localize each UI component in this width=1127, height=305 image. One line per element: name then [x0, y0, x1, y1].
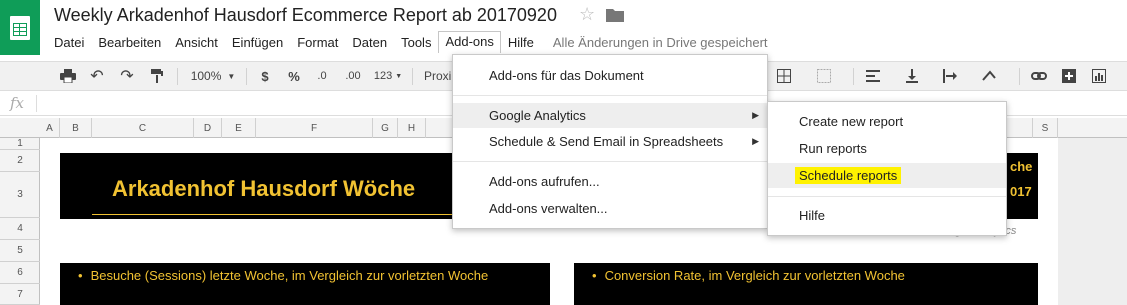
- column-header-d[interactable]: D: [194, 118, 222, 138]
- sessions-box-label: Besuche (Sessions) letzte Woche, im Verg…: [78, 268, 489, 283]
- borders-icon[interactable]: [774, 62, 794, 90]
- banner-right-line-2: 017: [1010, 184, 1032, 199]
- column-header-h[interactable]: H: [398, 118, 426, 138]
- conversion-box-label: Conversion Rate, im Vergleich zur vorlet…: [592, 268, 905, 283]
- menu-separator: [453, 95, 767, 96]
- menu-item-label: Add-ons aufrufen...: [489, 174, 600, 189]
- insert-comment-icon[interactable]: [1059, 62, 1079, 90]
- column-header-s[interactable]: S: [1033, 118, 1058, 138]
- menu-separator: [453, 161, 767, 162]
- menu-item-label: Google Analytics: [489, 108, 586, 123]
- more-formats-select[interactable]: 123 ▼: [371, 62, 405, 90]
- vertical-align-icon[interactable]: [902, 62, 922, 90]
- menu-addons[interactable]: Add-ons: [438, 31, 501, 53]
- sheets-logo-icon[interactable]: [0, 0, 40, 55]
- star-icon[interactable]: ☆: [579, 4, 595, 25]
- link-icon[interactable]: [1029, 62, 1049, 90]
- banner-underline: [92, 214, 512, 215]
- menu-format[interactable]: Format: [290, 32, 345, 53]
- menu-item-hilfe[interactable]: Hilfe: [768, 203, 1006, 228]
- row-header-5[interactable]: 5: [0, 240, 40, 262]
- column-header-g[interactable]: G: [373, 118, 398, 138]
- column-header-c[interactable]: C: [92, 118, 194, 138]
- undo-icon[interactable]: ↶: [86, 62, 108, 90]
- menu-item-label: Hilfe: [799, 208, 826, 223]
- zoom-select[interactable]: 100% ▼: [186, 62, 240, 90]
- increase-decimal-button[interactable]: .00: [341, 62, 365, 90]
- menu-hilfe[interactable]: Hilfe: [501, 32, 541, 53]
- sessions-value-partial: [292, 291, 352, 305]
- menu-item-label: Schedule & Send Email in Spreadsheets: [489, 134, 724, 149]
- decrease-decimal-button[interactable]: .0: [311, 62, 333, 90]
- chevron-down-icon: ▼: [395, 72, 403, 80]
- menu-item-google-analytics[interactable]: Google Analytics ▶: [453, 103, 767, 128]
- row-headers: 1 2 3 4 5 6 7: [0, 138, 40, 305]
- row-header-4[interactable]: 4: [0, 218, 40, 240]
- chevron-down-icon: ▼: [227, 71, 236, 81]
- row-header-2[interactable]: 2: [0, 150, 40, 172]
- menu-item-label: Run reports: [799, 141, 867, 156]
- menu-einfuegen[interactable]: Einfügen: [225, 32, 290, 53]
- menu-item-label: Add-ons für das Dokument: [489, 68, 644, 83]
- sheet-gutter: [1058, 138, 1127, 305]
- addons-menu: Add-ons für das Dokument Google Analytic…: [452, 54, 768, 229]
- menu-item-manage-addons[interactable]: Add-ons verwalten...: [453, 196, 767, 221]
- paint-format-icon[interactable]: [146, 62, 168, 90]
- merge-cells-icon[interactable]: [814, 62, 834, 90]
- font-select[interactable]: Proxi: [424, 62, 454, 90]
- row-header-3[interactable]: 3: [0, 172, 40, 218]
- zoom-value: 100%: [190, 69, 222, 83]
- menu-item-get-addons[interactable]: Add-ons aufrufen...: [453, 169, 767, 194]
- menu-item-label: Add-ons verwalten...: [489, 201, 608, 216]
- fx-icon: fx: [10, 94, 25, 112]
- menu-item-create-new-report[interactable]: Create new report: [768, 109, 1006, 134]
- column-header-a[interactable]: A: [40, 118, 60, 138]
- column-header-f[interactable]: F: [256, 118, 373, 138]
- menu-item-schedule-reports[interactable]: Schedule reports: [768, 163, 1006, 188]
- menu-tools[interactable]: Tools: [394, 32, 438, 53]
- conversion-box[interactable]: Conversion Rate, im Vergleich zur vorlet…: [574, 263, 1038, 305]
- text-wrap-icon[interactable]: [940, 62, 960, 90]
- menu-separator: [768, 196, 1006, 197]
- google-analytics-submenu: Create new report Run reports Schedule r…: [767, 101, 1007, 236]
- menu-item-label: Schedule reports: [795, 167, 902, 184]
- sessions-box[interactable]: Besuche (Sessions) letzte Woche, im Verg…: [60, 263, 550, 305]
- banner-title: Arkadenhof Hausdorf Wöche: [112, 176, 416, 201]
- more-formats-label: 123: [373, 70, 393, 82]
- submenu-arrow-icon: ▶: [752, 110, 759, 120]
- menu-item-label: Create new report: [799, 114, 904, 129]
- currency-format-button[interactable]: $: [256, 62, 274, 90]
- save-status[interactable]: Alle Änderungen in Drive gespeichert: [553, 35, 768, 50]
- row-header-6[interactable]: 6: [0, 262, 40, 284]
- menu-ansicht[interactable]: Ansicht: [168, 32, 225, 53]
- menu-bar: Datei Bearbeiten Ansicht Einfügen Format…: [47, 31, 768, 53]
- print-icon[interactable]: [57, 62, 79, 90]
- column-header-e[interactable]: E: [222, 118, 256, 138]
- menu-daten[interactable]: Daten: [345, 32, 394, 53]
- text-rotation-icon[interactable]: [979, 62, 999, 90]
- menu-item-schedule-send-email[interactable]: Schedule & Send Email in Spreadsheets ▶: [453, 129, 767, 154]
- submenu-arrow-icon: ▶: [752, 136, 759, 146]
- menu-datei[interactable]: Datei: [47, 32, 91, 53]
- row-header-7[interactable]: 7: [0, 284, 40, 305]
- align-left-icon[interactable]: [863, 62, 883, 90]
- insert-chart-icon[interactable]: [1089, 62, 1109, 90]
- column-header-b[interactable]: B: [60, 118, 92, 138]
- menu-item-addons-for-document[interactable]: Add-ons für das Dokument: [453, 63, 767, 88]
- row-header-1[interactable]: 1: [0, 138, 40, 150]
- folder-icon[interactable]: [606, 8, 624, 22]
- banner-right-line-1: che: [1010, 159, 1033, 174]
- percent-format-button[interactable]: %: [285, 62, 303, 90]
- document-title[interactable]: Weekly Arkadenhof Hausdorf Ecommerce Rep…: [54, 5, 557, 26]
- redo-icon[interactable]: ↷: [116, 62, 138, 90]
- menu-item-run-reports[interactable]: Run reports: [768, 136, 1006, 161]
- menu-bearbeiten[interactable]: Bearbeiten: [91, 32, 168, 53]
- formula-separator: [36, 95, 37, 112]
